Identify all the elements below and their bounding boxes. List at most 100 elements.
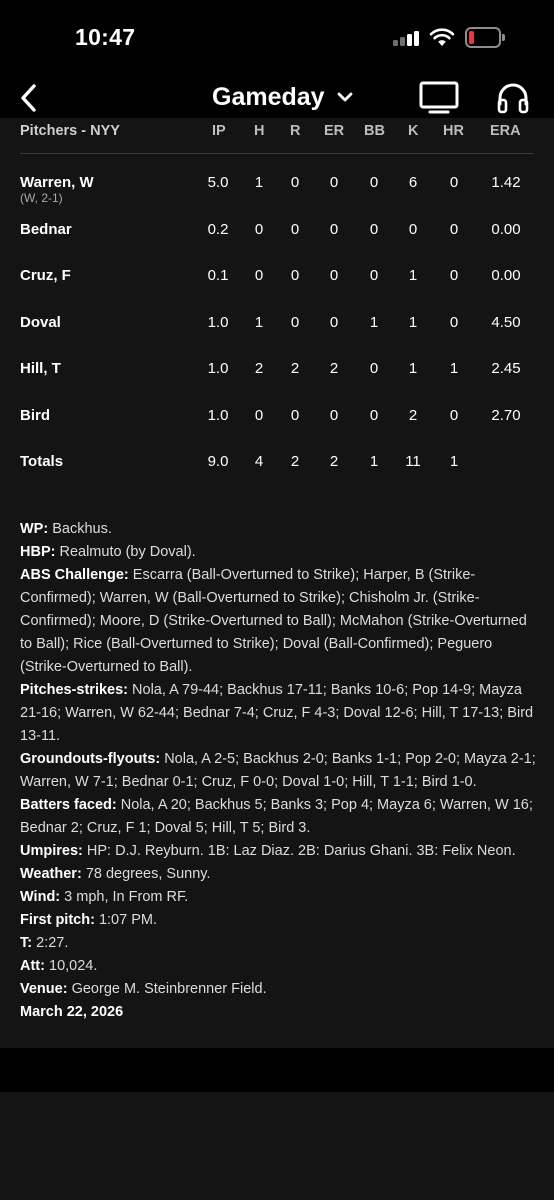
stat-cell: 0 bbox=[290, 313, 300, 331]
stat-cell: 0 bbox=[329, 313, 339, 331]
nav-bar: Gameday bbox=[0, 76, 554, 122]
pitcher-name: Cruz, F bbox=[20, 267, 71, 284]
stat-cell: 11 bbox=[405, 453, 421, 470]
stat-cell: 2 bbox=[290, 360, 300, 377]
status-bar: 10:47 bbox=[0, 0, 554, 76]
stat-cell: 6 bbox=[408, 174, 418, 191]
stat-cell: 1.0 bbox=[207, 406, 229, 424]
stat-cell: 1 bbox=[408, 267, 418, 284]
note-text: 3 mph, In From RF. bbox=[64, 889, 189, 905]
table-row[interactable]: Hill, T 1.0 2 2 2 0 1 1 2.45 bbox=[20, 348, 534, 395]
stat-cell: 0 bbox=[254, 220, 264, 238]
pitcher-name: Totals bbox=[20, 453, 64, 470]
column-header: K bbox=[408, 123, 419, 139]
stat-cell: 0 bbox=[369, 406, 379, 424]
note-label: Weather: bbox=[20, 866, 82, 882]
stat-cell: 4 bbox=[254, 453, 264, 470]
stat-cell: 2 bbox=[254, 360, 264, 377]
stat-cell: 1 bbox=[449, 453, 459, 470]
back-button[interactable] bbox=[14, 80, 44, 116]
table-row[interactable]: Doval 1.0 1 0 0 1 1 0 4.50 bbox=[20, 302, 534, 349]
stat-cell: 1 bbox=[369, 313, 379, 331]
stat-cell: 0 bbox=[329, 267, 339, 284]
table-row[interactable]: Bird 1.0 0 0 0 0 2 0 2.70 bbox=[20, 395, 534, 442]
stat-cell: 0 bbox=[449, 406, 459, 424]
stat-cell: 0 bbox=[290, 174, 300, 191]
stat-cell: 0 bbox=[369, 267, 379, 284]
stat-cell: 0 bbox=[369, 360, 379, 377]
table-header: Pitchers - NYY IP H R ER BB K HR ERA bbox=[20, 118, 534, 154]
gameday-dropdown[interactable]: Gameday bbox=[212, 82, 353, 112]
stat-cell: 0 bbox=[329, 174, 339, 191]
table-row[interactable]: Warren, W (W, 2-1) 5.0 1 0 0 0 6 0 1.42 bbox=[20, 162, 534, 209]
stat-cell: 1 bbox=[369, 453, 379, 470]
stat-cell: 1 bbox=[408, 360, 418, 377]
box-score-content: Pitchers - NYY IP H R ER BB K HR ERA War… bbox=[0, 118, 554, 1048]
note-text: Escarra (Ball-Overturned to Strike); Har… bbox=[20, 567, 527, 675]
game-notes: WP: Backhus. HBP: Realmuto (by Doval). ABS… bbox=[20, 518, 538, 1024]
stat-cell: 2 bbox=[329, 453, 339, 470]
game-note: ABS Challenge: Escarra (Ball-Overturned … bbox=[20, 564, 538, 679]
stat-cell: 9.0 bbox=[207, 453, 229, 470]
note-text: HP: D.J. Reyburn. 1B: Laz Diaz. 2B: Dari… bbox=[86, 843, 516, 859]
table-body: Warren, W (W, 2-1) 5.0 1 0 0 0 6 0 1.42 Bednar 0.2 0… bbox=[20, 162, 534, 488]
wifi-icon bbox=[429, 28, 455, 46]
table-row[interactable]: Totals 9.0 4 2 2 1 11 1 bbox=[20, 441, 534, 488]
stat-cell: 0.00 bbox=[491, 267, 521, 284]
game-note: Venue: George M. Steinbrenner Field. bbox=[20, 978, 538, 1001]
stat-cell: 0 bbox=[329, 220, 339, 238]
note-label: Wind: bbox=[20, 889, 61, 905]
note-label: WP: bbox=[20, 521, 49, 537]
note-label: Pitches-strikes: bbox=[20, 682, 128, 698]
bottom-divider bbox=[0, 1048, 554, 1092]
note-label: First pitch: bbox=[20, 912, 95, 928]
headphones-icon[interactable] bbox=[496, 82, 530, 114]
stat-cell: 0 bbox=[449, 220, 459, 238]
stat-cell: 2 bbox=[329, 360, 339, 377]
stat-cell: 2 bbox=[408, 406, 418, 424]
chevron-down-icon bbox=[337, 92, 352, 102]
column-header: ERA bbox=[490, 123, 521, 139]
decision-note: (W, 2-1) bbox=[20, 191, 63, 205]
page-title: Gameday bbox=[212, 82, 325, 111]
game-note: Att: 10,024. bbox=[20, 955, 538, 978]
note-text: Backhus. bbox=[52, 521, 112, 537]
pitchers-table: Pitchers - NYY IP H R ER BB K HR ERA War… bbox=[20, 118, 534, 488]
bottom-area bbox=[0, 1092, 554, 1200]
game-note: Groundouts-flyouts: Nola, A 2-5; Backhus… bbox=[20, 748, 538, 794]
note-text: Realmuto (by Doval). bbox=[59, 544, 196, 560]
column-header: H bbox=[254, 123, 265, 139]
stat-cell: 0.1 bbox=[207, 267, 229, 284]
table-row[interactable]: Bednar 0.2 0 0 0 0 0 0 0.00 bbox=[20, 209, 534, 256]
column-header: R bbox=[290, 123, 301, 139]
note-text: George M. Steinbrenner Field. bbox=[71, 981, 267, 997]
game-note: WP: Backhus. bbox=[20, 518, 538, 541]
stat-cell: 1 bbox=[449, 360, 459, 377]
note-label: Venue: bbox=[20, 981, 68, 997]
stat-cell: 0 bbox=[449, 174, 459, 191]
tv-icon[interactable] bbox=[419, 81, 459, 115]
note-text: 1:07 PM. bbox=[98, 912, 157, 928]
note-text: 2:27. bbox=[36, 935, 69, 951]
stat-cell: 1.0 bbox=[207, 360, 229, 377]
note-label: Att: bbox=[20, 958, 45, 974]
stat-cell: 0 bbox=[290, 220, 300, 238]
stat-cell: 0 bbox=[408, 220, 418, 238]
stat-cell: 0 bbox=[290, 406, 300, 424]
stat-cell: 0 bbox=[290, 267, 300, 284]
note-label: T: bbox=[20, 935, 33, 951]
stat-cell: 0 bbox=[369, 174, 379, 191]
status-time: 10:47 bbox=[75, 24, 136, 50]
table-row[interactable]: Cruz, F 0.1 0 0 0 0 1 0 0.00 bbox=[20, 255, 534, 302]
game-date: March 22, 2026 bbox=[20, 1004, 124, 1020]
note-text: 10,024. bbox=[49, 958, 98, 974]
note-label: ABS Challenge: bbox=[20, 567, 129, 583]
stat-cell: 1.0 bbox=[207, 313, 229, 331]
stat-cell: 0 bbox=[254, 267, 264, 284]
stat-cell: 0 bbox=[369, 220, 379, 238]
note-label: Umpires: bbox=[20, 843, 83, 859]
note-label: Batters faced: bbox=[20, 797, 117, 813]
pitcher-name: Doval bbox=[20, 313, 61, 331]
game-note: Batters faced: Nola, A 20; Backhus 5; Ba… bbox=[20, 794, 538, 840]
column-header: Pitchers - NYY bbox=[20, 123, 120, 139]
